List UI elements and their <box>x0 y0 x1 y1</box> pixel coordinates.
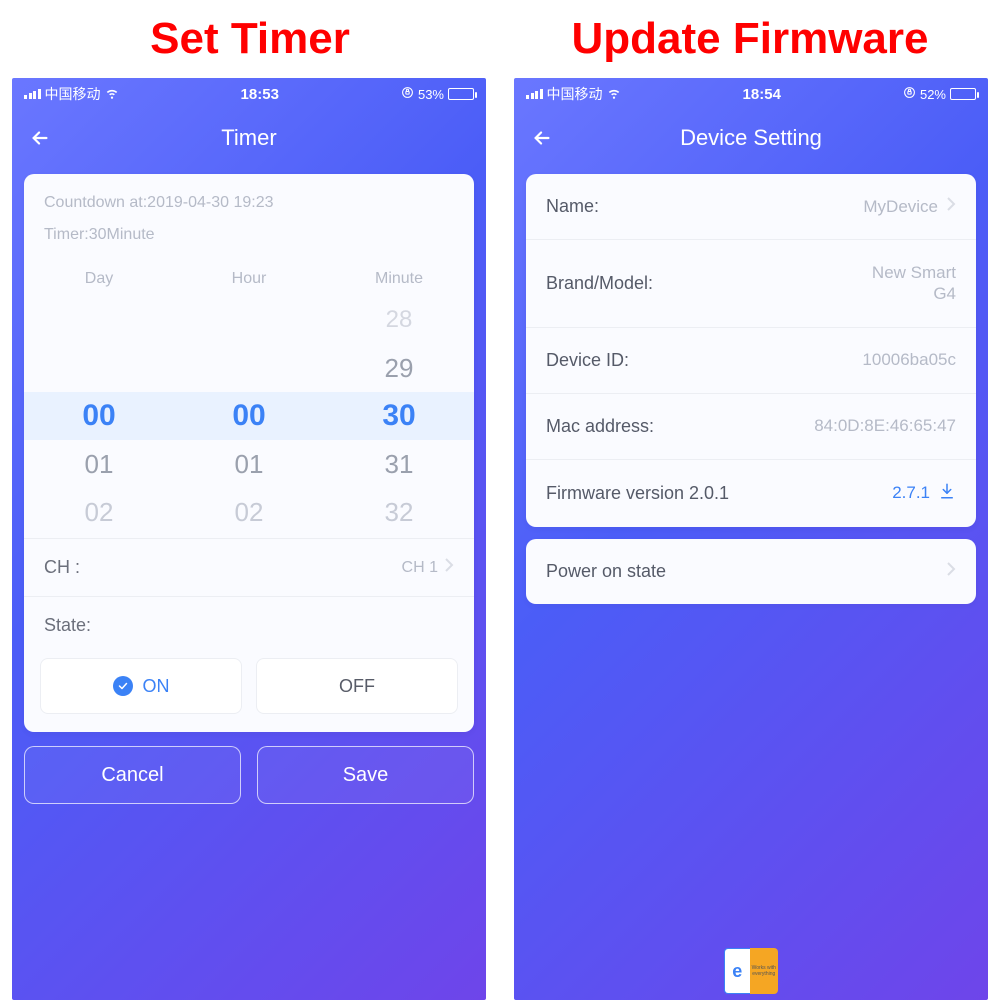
device-info-card: Name: MyDevice Brand/Model: New Smart G4 <box>526 174 976 527</box>
back-button[interactable] <box>26 124 54 152</box>
device-id-value: 10006ba05c <box>862 350 956 370</box>
support-badge: e Works with everything <box>724 948 778 994</box>
chevron-right-icon <box>946 561 956 582</box>
status-bar: 中国移动 18:53 53% <box>12 78 486 110</box>
battery-percent: 52% <box>920 87 946 102</box>
status-time: 18:53 <box>241 86 279 103</box>
chevron-right-icon <box>946 196 956 217</box>
hour-selected: 00 <box>174 392 324 440</box>
mac-value: 84:0D:8E:46:65:47 <box>814 416 956 436</box>
rotation-lock-icon <box>401 86 414 102</box>
carrier-label: 中国移动 <box>45 84 101 104</box>
picker-col-minute[interactable]: 28 29 30 31 32 <box>324 296 474 536</box>
col-hour: Hour <box>174 270 324 288</box>
day-selected: 00 <box>24 392 174 440</box>
check-icon <box>113 676 133 696</box>
name-value: MyDevice <box>863 197 938 217</box>
channel-value: CH 1 <box>402 559 438 577</box>
wifi-icon <box>607 86 621 103</box>
timer-value-label: Timer:30Minute <box>44 226 454 244</box>
heading-set-timer: Set Timer <box>0 14 500 64</box>
brand-row: Brand/Model: New Smart G4 <box>526 240 976 328</box>
page-title: Timer <box>12 125 486 151</box>
page-title: Device Setting <box>514 125 988 151</box>
state-label-row: State: <box>24 596 474 654</box>
heading-update-firmware: Update Firmware <box>500 14 1000 64</box>
picker-col-day[interactable]: 00 01 02 <box>24 296 174 536</box>
mac-row: Mac address: 84:0D:8E:46:65:47 <box>526 394 976 460</box>
col-day: Day <box>24 270 174 288</box>
firmware-new-version: 2.7.1 <box>892 483 930 503</box>
time-picker[interactable]: 00 01 02 00 01 02 28 <box>24 296 474 538</box>
firmware-row[interactable]: Firmware version 2.0.1 2.7.1 <box>526 460 976 527</box>
chevron-right-icon <box>444 557 454 578</box>
state-label: State: <box>44 615 91 636</box>
signal-icon <box>24 89 41 99</box>
signal-icon <box>526 89 543 99</box>
col-minute: Minute <box>324 270 474 288</box>
headings-row: Set Timer Update Firmware <box>0 0 1000 78</box>
back-button[interactable] <box>528 124 556 152</box>
state-on-button[interactable]: ON <box>40 658 242 714</box>
countdown-label: Countdown at:2019-04-30 19:23 <box>44 194 454 212</box>
carrier-label: 中国移动 <box>547 84 603 104</box>
battery-icon <box>448 88 474 100</box>
phone-device-setting: 中国移动 18:54 52% Device <box>514 78 988 1000</box>
battery-icon <box>950 88 976 100</box>
device-id-row: Device ID: 10006ba05c <box>526 328 976 394</box>
minute-selected: 30 <box>324 392 474 440</box>
channel-row[interactable]: CH : CH 1 <box>24 538 474 596</box>
rotation-lock-icon <box>903 86 916 102</box>
save-button[interactable]: Save <box>257 746 474 804</box>
power-state-card: Power on state <box>526 539 976 604</box>
nav-bar: Device Setting <box>514 110 988 166</box>
power-state-row[interactable]: Power on state <box>526 539 976 604</box>
phone-timer: 中国移动 18:53 53% Timer <box>12 78 486 1000</box>
status-bar: 中国移动 18:54 52% <box>514 78 988 110</box>
name-row[interactable]: Name: MyDevice <box>526 174 976 240</box>
picker-col-hour[interactable]: 00 01 02 <box>174 296 324 536</box>
status-time: 18:54 <box>743 86 781 103</box>
picker-header: Day Hour Minute <box>24 264 474 296</box>
state-off-button[interactable]: OFF <box>256 658 458 714</box>
nav-bar: Timer <box>12 110 486 166</box>
battery-percent: 53% <box>418 87 444 102</box>
wifi-icon <box>105 86 119 103</box>
download-icon <box>938 482 956 505</box>
cancel-button[interactable]: Cancel <box>24 746 241 804</box>
timer-card: Countdown at:2019-04-30 19:23 Timer:30Mi… <box>24 174 474 732</box>
channel-label: CH : <box>44 557 80 578</box>
